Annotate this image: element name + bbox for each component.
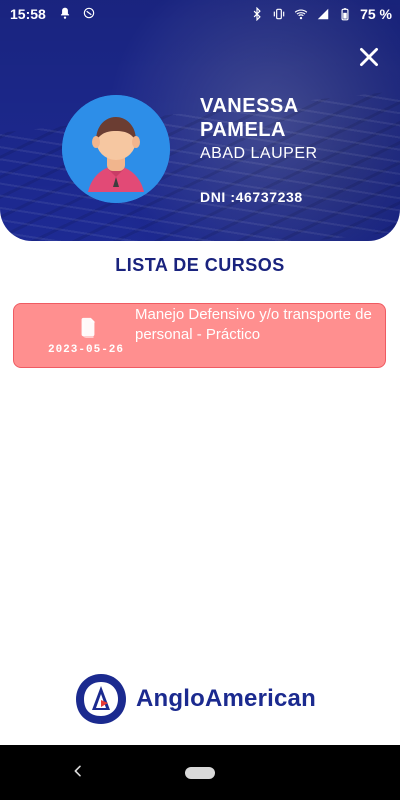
back-button[interactable] xyxy=(70,763,86,779)
course-title: Manejo Defensivo y/o transporte de perso… xyxy=(135,306,372,343)
course-date: 2023-05-26 xyxy=(47,344,124,356)
back-icon xyxy=(74,765,81,777)
first-names: VANESSA PAMELA xyxy=(200,95,299,141)
student-name: VANESSA PAMELA ABAD LAUPER xyxy=(200,94,318,164)
anglo-american-mark-icon xyxy=(76,674,126,724)
user-avatar-illustration xyxy=(62,95,170,203)
vibrate-icon xyxy=(272,7,286,21)
close-icon xyxy=(360,48,378,66)
battery-percent: 75 % xyxy=(360,6,392,22)
avatar xyxy=(62,95,170,203)
status-left-icons xyxy=(58,6,96,20)
bluetooth-icon xyxy=(250,6,264,22)
status-right: 75 % xyxy=(250,6,392,22)
status-time: 15:58 xyxy=(10,6,46,22)
profile-header: 15:58 75 % VANESSA PAMELA ABAD LAUPER DN… xyxy=(0,0,400,241)
dni: DNI :46737238 xyxy=(200,189,303,205)
signal-icon xyxy=(316,7,330,21)
status-bar: 15:58 75 % xyxy=(0,0,400,28)
home-button[interactable] xyxy=(185,767,215,779)
sync-icon xyxy=(82,6,96,20)
notification-icon xyxy=(58,6,72,20)
battery-icon xyxy=(338,7,352,21)
close-button[interactable] xyxy=(356,44,382,70)
course-meta: 2023-05-26 xyxy=(30,314,126,360)
wifi-icon xyxy=(294,7,308,21)
courses-title: LISTA DE CURSOS xyxy=(115,255,285,275)
brand-name: AngloAmerican xyxy=(136,685,316,712)
course-card[interactable]: 2023-05-26 Manejo Defensivo y/o transpor… xyxy=(13,303,386,368)
last-names: ABAD LAUPER xyxy=(200,145,318,162)
document-icon xyxy=(77,316,99,338)
android-nav-bar xyxy=(0,745,400,800)
anglo-american-logo: AngloAmerican xyxy=(72,670,342,728)
